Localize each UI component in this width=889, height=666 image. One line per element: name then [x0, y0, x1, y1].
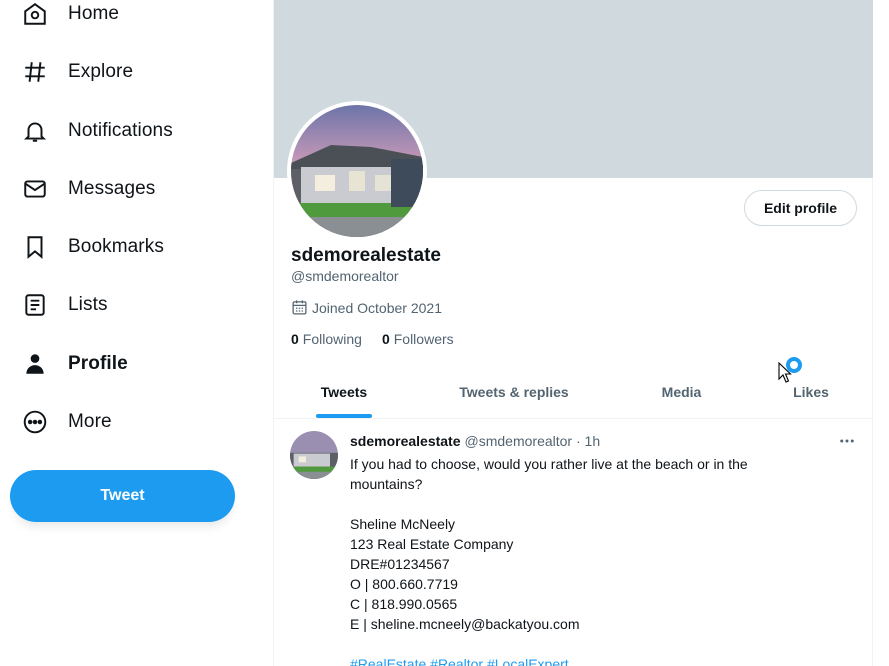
sidebar-item-label: Notifications — [68, 120, 173, 141]
tweet-line — [350, 634, 810, 654]
sidebar-item-home[interactable]: Home — [0, 0, 260, 38]
sidebar-item-messages[interactable]: Messages — [0, 165, 260, 213]
profile-main: Edit profile sdemorealestate @smdemoreal… — [273, 0, 873, 666]
hashtag-icon — [22, 59, 48, 85]
person-icon — [22, 351, 48, 377]
joined-text: Joined October 2021 — [312, 299, 442, 316]
followers-link[interactable]: 0 Followers — [382, 331, 454, 347]
tweet-line: E | sheline.mcneely@backatyou.com — [350, 616, 580, 632]
home-icon — [22, 1, 48, 27]
profile-display-name: sdemorealestate — [291, 245, 441, 266]
mouse-cursor-icon — [778, 362, 792, 383]
tweet-button[interactable]: Tweet — [10, 470, 235, 522]
followers-label: Followers — [393, 331, 454, 347]
sidebar-item-label: Bookmarks — [68, 236, 164, 257]
bookmark-icon — [22, 234, 48, 260]
sidebar-item-bookmarks[interactable]: Bookmarks — [0, 223, 260, 271]
sidebar-item-label: More — [68, 411, 112, 432]
joined-date: Joined October 2021 — [291, 299, 442, 316]
tab-tweets[interactable]: Tweets — [274, 366, 414, 418]
tweet-avatar[interactable] — [290, 431, 338, 479]
tweet-line — [350, 494, 810, 514]
tweet-text: If you had to choose, would you rather l… — [350, 454, 810, 666]
tweet-author-name[interactable]: sdemorealestate — [350, 433, 461, 449]
tab-likes[interactable]: Likes — [749, 366, 873, 418]
tweet-line: O | 800.660.7719 — [350, 576, 458, 592]
follow-stats: 0 Following 0 Followers — [291, 331, 474, 347]
list-icon — [22, 292, 48, 318]
profile-avatar[interactable] — [291, 105, 423, 237]
tweet-item[interactable]: sdemorealestate @smdemorealtor · 1h If y… — [274, 420, 873, 666]
tab-tweets-replies[interactable]: Tweets & replies — [414, 366, 614, 418]
sidebar-item-label: Home — [68, 3, 120, 24]
sidebar-item-label: Lists — [68, 294, 108, 315]
envelope-icon — [22, 176, 48, 202]
sidebar-item-lists[interactable]: Lists — [0, 281, 260, 329]
followers-count: 0 — [381, 331, 390, 347]
tweet-line: DRE#01234567 — [350, 556, 450, 572]
more-circle-icon — [22, 409, 48, 435]
edit-profile-button[interactable]: Edit profile — [744, 190, 857, 226]
sidebar-item-label: Profile — [68, 353, 128, 374]
sidebar-item-notifications[interactable]: Notifications — [0, 107, 260, 155]
sidebar-item-label: Messages — [68, 178, 156, 199]
sidebar-item-label: Explore — [68, 61, 134, 82]
active-tab-indicator — [316, 414, 372, 418]
profile-avatar-frame — [287, 101, 427, 241]
calendar-icon — [291, 299, 312, 316]
following-link[interactable]: 0 Following — [291, 331, 362, 347]
tweet-line: Sheline McNeely — [350, 516, 456, 532]
tweet-header: sdemorealestate @smdemorealtor · 1h — [350, 433, 600, 449]
ellipsis-icon — [838, 432, 856, 450]
sidebar-item-more[interactable]: More — [0, 398, 260, 446]
following-label: Following — [302, 331, 362, 347]
sidebar-item-profile[interactable]: Profile — [0, 340, 260, 388]
bell-icon — [22, 118, 48, 144]
tweet-line: C | 818.990.0565 — [350, 596, 458, 612]
sidebar-item-explore[interactable]: Explore — [0, 48, 260, 96]
profile-handle: @smdemorealtor — [291, 268, 399, 284]
tweet-meta: @smdemorealtor · 1h — [464, 433, 601, 449]
tab-media[interactable]: Media — [614, 366, 749, 418]
tweet-line: 123 Real Estate Company — [350, 536, 514, 552]
sidebar-nav: Home Explore Notifications Messages Book… — [0, 0, 273, 666]
tweet-more-button[interactable] — [836, 430, 858, 452]
following-count: 0 — [291, 331, 299, 347]
tweet-line: If you had to choose, would you rather l… — [350, 456, 748, 492]
tweet-hashtags[interactable]: #RealEstate #Realtor #LocalExpert — [350, 654, 810, 666]
